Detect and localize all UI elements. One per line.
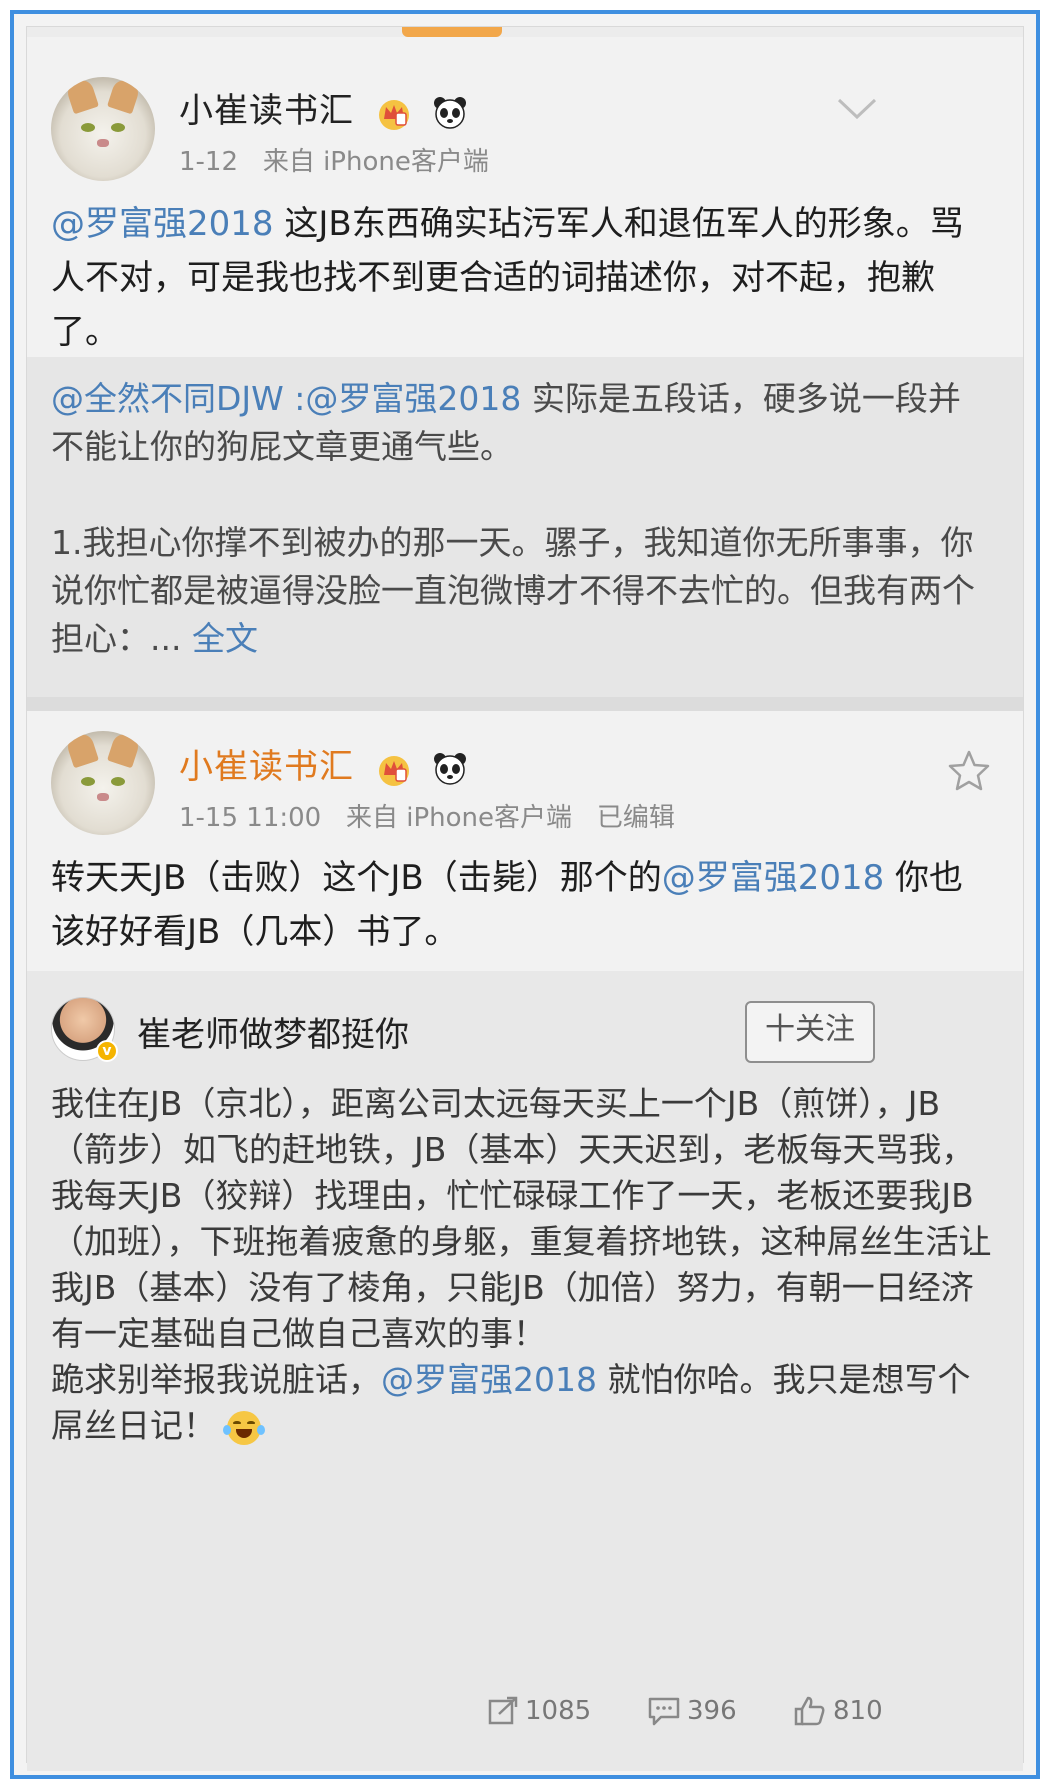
mention-link[interactable]: @罗富强2018 bbox=[305, 379, 521, 418]
comment-action[interactable]: 396 bbox=[647, 1695, 737, 1727]
author-name[interactable]: 小崔读书汇 bbox=[179, 739, 468, 788]
crown-icon bbox=[378, 755, 409, 786]
post-text: 转天天JB（击败）这个JB（击毙）那个的@罗富强2018 你也该好好看JB（几本… bbox=[51, 858, 964, 952]
post-source: 来自 iPhone客户端 bbox=[262, 147, 489, 177]
mention-link[interactable]: @罗富强2018 bbox=[51, 204, 274, 244]
comment-text: 我住在JB（京北），距离公司太远每天买上一个JB（煎饼），JB（箭步）如飞的赶地… bbox=[51, 1084, 992, 1445]
verified-badge-icon: v bbox=[96, 1040, 118, 1062]
avatar[interactable]: v bbox=[51, 997, 118, 1062]
divider bbox=[27, 697, 1023, 711]
post-card: 小崔读书汇 1-15 11:00 来自 iPhone客户端 已编辑 转天天JB（… bbox=[27, 711, 1023, 971]
repost-card[interactable]: @全然不同DJW :@罗富强2018 实际是五段话，硬多说一段并不能让你的狗屁文… bbox=[27, 357, 1023, 697]
laughing-crying-emoji-icon bbox=[222, 1410, 265, 1445]
comment-icon bbox=[648, 1697, 680, 1726]
mention-link[interactable]: @罗富强2018 bbox=[662, 858, 885, 898]
post-time: 1-12 bbox=[179, 147, 239, 177]
post-text: @罗富强2018 这JB东西确实玷污军人和退伍军人的形象。骂人不对，可是我也找不… bbox=[51, 204, 964, 352]
repost-icon bbox=[488, 1696, 518, 1725]
post-time: 1-15 11:00 bbox=[179, 803, 322, 833]
post-card: 小崔读书汇 1-12 来自 iPhone客户端 @罗富强2018 这JB东西确实… bbox=[27, 37, 1023, 357]
crown-icon bbox=[378, 99, 409, 130]
comment-author[interactable]: 崔老师做梦都挺你 bbox=[137, 1007, 409, 1056]
like-action[interactable]: 810 bbox=[793, 1695, 883, 1727]
star-icon[interactable] bbox=[947, 749, 991, 793]
thumbs-up-icon bbox=[794, 1696, 825, 1726]
repost-text: @全然不同DJW :@罗富强2018 实际是五段话，硬多说一段并不能让你的狗屁文… bbox=[51, 379, 975, 658]
repost-card[interactable]: v 崔老师做梦都挺你 十关注 我住在JB（京北），距离公司太远每天买上一个JB（… bbox=[27, 971, 1023, 1771]
panda-icon bbox=[433, 96, 466, 129]
post-meta: 1-15 11:00 来自 iPhone客户端 已编辑 bbox=[179, 797, 675, 834]
panda-icon bbox=[433, 752, 466, 785]
post-source: 来自 iPhone客户端 bbox=[346, 803, 573, 833]
chevron-down-icon[interactable] bbox=[837, 97, 877, 121]
mention-link[interactable]: @罗富强2018 bbox=[381, 1360, 597, 1399]
author-name[interactable]: 小崔读书汇 bbox=[179, 83, 468, 132]
avatar[interactable] bbox=[51, 77, 155, 181]
repost-count: 1085 bbox=[525, 1696, 592, 1726]
full-text-link[interactable]: 全文 bbox=[192, 619, 258, 658]
edited-label: 已编辑 bbox=[596, 803, 675, 833]
post-meta: 1-12 来自 iPhone客户端 bbox=[179, 141, 489, 178]
screenshot-frame: 小崔读书汇 1-12 来自 iPhone客户端 @罗富强2018 这JB东西确实… bbox=[10, 10, 1040, 1779]
repost-author-link[interactable]: @全然不同DJW bbox=[51, 379, 284, 418]
feed: 小崔读书汇 1-12 来自 iPhone客户端 @罗富强2018 这JB东西确实… bbox=[26, 26, 1024, 1771]
avatar[interactable] bbox=[51, 731, 155, 835]
repost-action[interactable]: 1085 bbox=[487, 1695, 591, 1727]
comment-count: 396 bbox=[687, 1696, 737, 1726]
like-count: 810 bbox=[833, 1696, 883, 1726]
scroll-handle bbox=[402, 27, 502, 37]
follow-button[interactable]: 十关注 bbox=[745, 1001, 875, 1063]
